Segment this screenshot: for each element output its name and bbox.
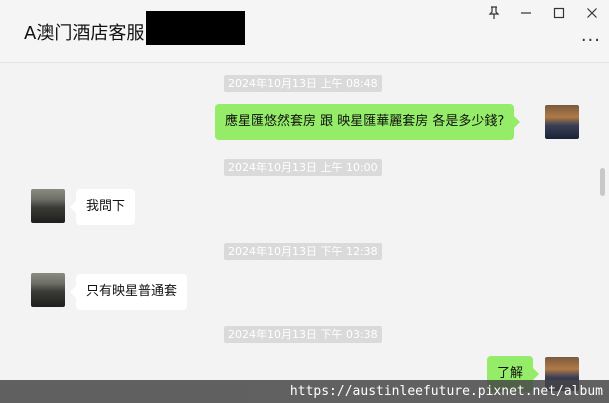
more-options-button[interactable]: ··· [581, 30, 601, 51]
maximize-icon[interactable] [547, 3, 571, 23]
message-bubble-received[interactable]: 只有映星普通套 [69, 274, 188, 310]
chat-title: A澳门酒店客服 [24, 23, 145, 44]
timestamp: 2024年10月13日 下午 03:38 [224, 326, 382, 343]
timestamp: 2024年10月13日 下午 12:38 [224, 243, 382, 260]
watermark-text: https://austinleefuture.pixnet.net/album [0, 380, 609, 403]
contact-avatar[interactable] [31, 273, 65, 307]
my-avatar[interactable] [545, 105, 579, 139]
message-bubble-sent[interactable]: 應星匯悠然套房 跟 映星匯華麗套房 各是多少錢? [215, 104, 521, 140]
message-list[interactable]: 2024年10月13日 上午 08:48 應星匯悠然套房 跟 映星匯華麗套房 各… [0, 63, 609, 403]
pin-icon[interactable] [482, 3, 506, 23]
chat-header: A澳门酒店客服 ··· [0, 0, 609, 63]
message-bubble-received[interactable]: 我問下 [69, 189, 136, 225]
scrollbar-thumb[interactable] [600, 168, 605, 196]
timestamp: 2024年10月13日 上午 08:48 [224, 75, 382, 92]
timestamp: 2024年10月13日 上午 10:00 [224, 159, 382, 176]
close-icon[interactable] [580, 3, 604, 23]
minimize-icon[interactable] [514, 3, 538, 23]
redacted-name-block [146, 11, 245, 45]
contact-avatar[interactable] [31, 189, 65, 223]
